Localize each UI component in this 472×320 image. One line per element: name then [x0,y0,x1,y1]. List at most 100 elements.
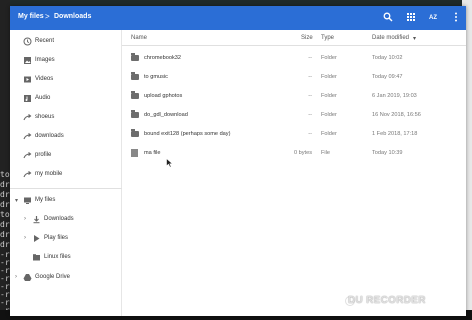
column-header-date[interactable]: Date modified [372,35,409,41]
terminal-text: to [0,170,10,179]
sidebar-item-label: Videos [35,76,54,82]
sidebar-item-profile[interactable]: profile [10,148,122,164]
sidebar-divider [10,188,122,189]
shortcut-icon [23,151,32,160]
file-name: do_gdl_download [144,112,188,118]
sidebar-item-label: Google Drive [35,274,71,280]
column-header-type[interactable]: Type [321,35,334,41]
file-row[interactable]: upload gphotos -- Folder 6 Jan 2019, 19:… [122,87,466,106]
file-date: 1 Feb 2018, 17:18 [372,131,418,137]
file-row[interactable]: ma file 0 bytes File Today 10:39 [122,144,466,163]
titlebar: My files > Downloads AZ [10,6,466,30]
file-date: Today 10:02 [372,55,403,61]
file-row[interactable]: to gmusic -- Folder Today 09:47 [122,68,466,87]
sort-arrow-icon[interactable]: ▾ [413,35,416,42]
sidebar-item-label: downloads [35,133,64,139]
expand-icon[interactable]: › [24,216,26,222]
file-name: bound exit128 (perhaps some day) [144,131,231,137]
column-header-name[interactable]: Name [131,35,147,41]
linux-folder-icon [32,253,41,262]
file-type: Folder [321,131,337,137]
download-icon [32,215,41,224]
file-row[interactable]: bound exit128 (perhaps some day) -- Fold… [122,125,466,144]
shortcut-icon [23,170,32,179]
sidebar-item-downloads[interactable]: › Downloads [10,212,122,228]
breadcrumb-my-files[interactable]: My files [18,13,44,20]
sidebar-item-my-mobile[interactable]: my mobile [10,167,122,183]
file-type: Folder [321,55,337,61]
file-icon [131,149,138,157]
file-list: Name Size Type Date modified ▾ chromeboo… [122,30,466,316]
file-name: to gmusic [144,74,168,80]
terminal-text: dr [0,200,10,209]
sidebar-item-images[interactable]: Images [10,53,122,69]
file-name: upload gphotos [144,93,183,99]
sidebar-item-videos[interactable]: Videos [10,72,122,88]
folder-icon [131,110,139,118]
shortcut-icon [23,132,32,141]
folder-icon [131,129,139,137]
file-type: Folder [321,112,337,118]
file-size: -- [308,112,312,118]
terminal-text: dr [0,230,10,239]
terminal-text: dr [0,240,10,249]
sidebar-item-label: Images [35,57,55,63]
sidebar-item-label: Linux files [44,254,71,260]
audio-icon [23,94,32,103]
expand-icon[interactable]: › [15,274,17,280]
clock-icon [23,37,32,46]
sort-az-icon[interactable]: AZ [427,12,439,24]
sidebar-item-downloads-shortcut[interactable]: downloads [10,129,122,145]
sidebar-item-label: Downloads [44,216,74,222]
sidebar-item-label: Play files [44,235,69,241]
image-icon [23,56,32,65]
terminal-text: dr [0,180,10,189]
sidebar-item-label: Recent [35,38,55,44]
sidebar: Recent Images Videos Audio shoeus downlo… [10,30,122,316]
file-date: Today 09:47 [372,74,403,80]
file-type: Folder [321,93,337,99]
expand-icon[interactable]: › [24,235,26,241]
files-app-window: My files > Downloads AZ Recent Images Vi… [10,6,466,316]
grid-view-icon[interactable] [405,12,417,24]
sidebar-item-play-files[interactable]: › Play files [10,231,122,247]
sidebar-item-recent[interactable]: Recent [10,34,122,50]
file-size: -- [308,93,312,99]
file-type: File [321,150,331,156]
column-header-row: Name Size Type Date modified ▾ [122,30,466,46]
file-date: Today 10:39 [372,150,403,156]
terminal-text: dr [0,190,10,199]
sidebar-item-audio[interactable]: Audio [10,91,122,107]
file-name: ma file [144,150,161,156]
file-size: -- [308,74,312,80]
recorder-watermark: DU RECORDER [348,295,426,306]
shortcut-icon [23,113,32,122]
sidebar-item-label: Audio [35,95,51,101]
folder-icon [131,72,139,80]
file-name: chromebook32 [144,55,182,61]
sidebar-item-google-drive[interactable]: › Google Drive [10,270,122,286]
terminal-text: to [0,210,10,219]
file-row[interactable]: do_gdl_download -- Folder 16 Nov 2018, 1… [122,106,466,125]
computer-icon [23,196,32,205]
breadcrumb-separator: > [45,12,50,21]
breadcrumb-downloads[interactable]: Downloads [54,13,91,20]
file-size: 0 bytes [293,150,312,156]
file-date: 16 Nov 2018, 16:56 [372,112,421,118]
background-terminal: to dr dr dr to dr dr dr -r -r -r -r -r -… [0,0,10,320]
collapse-icon[interactable]: ▾ [15,197,18,204]
file-date: 6 Jan 2019, 19:03 [372,93,417,99]
video-icon [23,75,32,84]
more-vert-icon[interactable] [450,12,462,24]
sidebar-item-my-files[interactable]: ▾ My files [10,193,122,209]
file-type: Folder [321,74,337,80]
folder-icon [131,53,139,61]
terminal-text: dr [0,220,10,229]
sidebar-item-label: My files [35,197,56,203]
sidebar-item-label: shoeus [35,114,55,120]
sidebar-item-linux-files[interactable]: Linux files [10,250,122,266]
column-header-size[interactable]: Size [301,35,313,41]
sidebar-item-shoeus[interactable]: shoeus [10,110,122,126]
file-row[interactable]: chromebook32 -- Folder Today 10:02 [122,49,466,68]
search-icon[interactable] [382,12,394,24]
